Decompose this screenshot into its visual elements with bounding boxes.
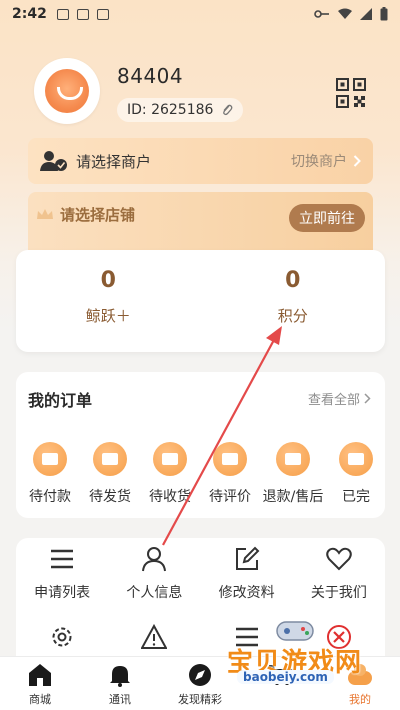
store-selector[interactable]: 请选择店铺 立即前往 [28,192,373,252]
list-icon [51,549,74,569]
order-pending-payment[interactable]: 待付款 [20,442,80,506]
bottom-tab-bar: 商城 通讯 发现精彩 我的 [0,656,400,710]
merchant-label: 请选择商户 [76,152,152,171]
avatar-face-icon [45,69,89,113]
settings-item[interactable] [16,624,108,650]
heart-icon [326,547,352,571]
wallet-icon [33,442,67,476]
personal-info-item[interactable]: 个人信息 [108,546,200,602]
view-all-orders-link[interactable]: 查看全部 [308,389,371,408]
merchant-user-icon [40,151,67,171]
tab-mall[interactable]: 商城 [0,657,80,710]
tool-label: 个人信息 [126,585,183,601]
tab-messages[interactable]: 通讯 [80,657,160,710]
wifi-icon [338,8,352,19]
order-status-label: 待发货 [89,489,131,505]
shield-icon [96,8,109,20]
tab-cart[interactable] [240,657,320,710]
stat-label: 积分 [277,307,308,325]
order-refund[interactable]: 退款/售后 [260,442,326,506]
tab-label: 通讯 [109,693,131,706]
keyboard-icon [76,8,89,20]
tab-discover[interactable]: 发现精彩 [160,657,240,710]
menu-item[interactable] [201,624,293,650]
edit-icon [235,546,260,570]
home-icon [29,664,51,686]
profile-icon [348,664,372,685]
battery-icon [380,7,388,21]
order-pending-review[interactable]: 待评价 [200,442,260,506]
about-us-item[interactable]: 关于我们 [293,546,385,602]
logout-item[interactable] [293,624,385,650]
tools-row-2 [16,624,385,650]
stat-points[interactable]: 0 积分 [201,250,386,352]
status-time: 2:42 [12,6,47,22]
tools-row-1: 申请列表 个人信息 修改资料 关于我们 [16,546,385,602]
qr-code-icon[interactable] [336,78,366,108]
chevron-right-icon [364,393,371,404]
view-all-label: 查看全部 [307,393,360,408]
stat-value: 0 [285,268,301,293]
signal-icon [360,8,372,20]
discover-icon [189,664,211,686]
truck-icon [93,442,127,476]
tab-label: 商城 [29,693,51,706]
order-completed[interactable]: 已完 [326,442,385,506]
crown-icon [37,209,53,219]
order-status-label: 待评价 [209,489,251,505]
order-status-label: 待付款 [29,489,71,505]
tab-mine[interactable]: 我的 [320,657,400,710]
chevron-right-icon [353,155,361,167]
stat-label: 鲸跃＋ [85,307,131,325]
tab-label: 发现精彩 [178,693,222,706]
status-bar: 2:42 [0,0,400,28]
merchant-selector[interactable]: 请选择商户 切换商户 [28,138,373,184]
order-status-list: 待付款 待发货 待收货 待评价 退款/售后 已完 [16,442,385,506]
order-status-label: 待收货 [149,489,191,505]
gear-icon [52,627,72,647]
edit-profile-item[interactable]: 修改资料 [201,546,293,602]
tool-label: 修改资料 [218,585,275,601]
review-icon [213,442,247,476]
avatar[interactable] [34,58,100,124]
order-pending-receipt[interactable]: 待收货 [140,442,200,506]
cart-icon [269,665,293,685]
switch-merchant-label: 切换商户 [291,154,347,170]
stat-jingyue[interactable]: 0 鲸跃＋ [16,250,201,352]
tab-label: 我的 [349,693,371,706]
stat-value: 0 [100,268,116,293]
user-id-text: ID: 2625186 [127,102,214,118]
store-label: 请选择店铺 [60,206,136,224]
tool-label: 关于我们 [310,585,367,601]
paperclip-icon [223,104,233,116]
notification-a-icon [56,8,69,20]
tool-label: 申请列表 [34,585,91,601]
order-status-label: 退款/售后 [262,489,324,505]
order-pending-shipment[interactable]: 待发货 [80,442,140,506]
orders-card: 我的订单 查看全部 待付款 待发货 待收货 待评价 退款/售后 已完 [16,372,385,518]
go-now-button[interactable]: 立即前往 [289,204,365,232]
person-icon [142,547,167,572]
key-icon [314,10,329,18]
package-icon [153,442,187,476]
switch-merchant-link[interactable]: 切换商户 [291,151,361,171]
refund-icon [276,442,310,476]
tools-card: 申请列表 个人信息 修改资料 关于我们 [16,538,385,668]
menu-icon [235,627,258,647]
close-circle-icon [326,625,351,649]
user-id-badge[interactable]: ID: 2625186 [117,98,244,122]
bell-icon [110,666,130,687]
order-status-label: 已完 [342,489,370,505]
profile-header: 84404 ID: 2625186 [34,58,374,128]
report-item[interactable] [108,624,200,650]
username: 84404 [117,64,184,88]
apply-list-item[interactable]: 申请列表 [16,546,108,602]
stats-card: 0 鲸跃＋ 0 积分 [16,250,385,352]
done-icon [339,442,373,476]
warning-icon [141,624,168,649]
orders-title: 我的订单 [28,391,93,410]
